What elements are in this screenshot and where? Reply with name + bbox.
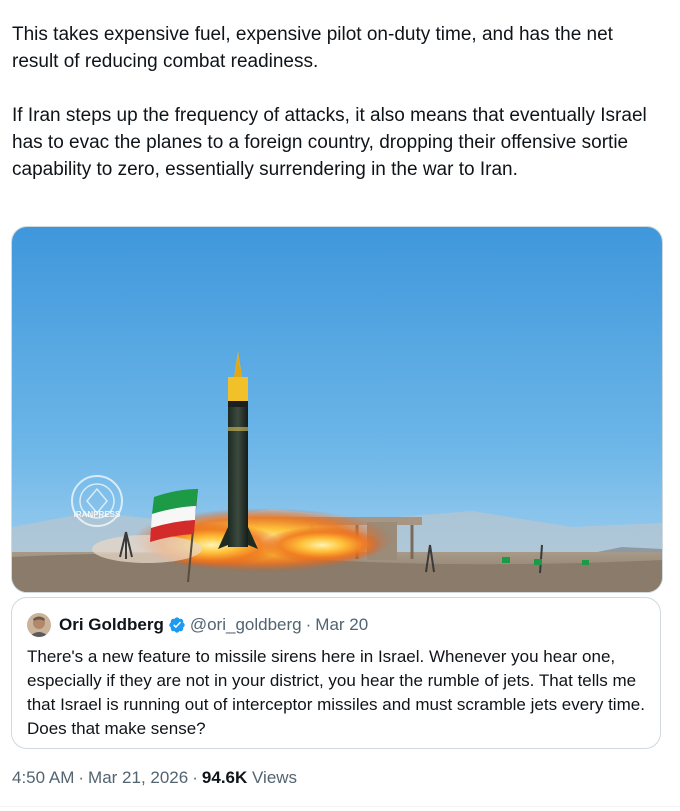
media-watermark-text: IRANPRESS (74, 510, 121, 519)
separator-dot: · (78, 768, 85, 787)
tweet-text: This takes expensive fuel, expensive pil… (12, 21, 662, 183)
avatar[interactable] (27, 613, 51, 637)
separator-dot: · (192, 768, 198, 787)
quote-header: Ori Goldberg @ori_goldberg · Mar 20 (27, 613, 368, 637)
divider (0, 806, 680, 807)
tweet-paragraph: If Iran steps up the frequency of attack… (12, 105, 647, 180)
tweet-date[interactable]: Mar 21, 2026 (88, 768, 188, 787)
tweet-paragraph: This takes expensive fuel, expensive pil… (12, 24, 613, 72)
views-count: 94.6K (201, 768, 248, 787)
quote-author-handle[interactable]: @ori_goldberg (190, 615, 302, 635)
views-label: Views (252, 768, 298, 787)
quote-tweet-card[interactable]: Ori Goldberg @ori_goldberg · Mar 20 Ther… (11, 597, 661, 749)
quote-date[interactable]: Mar 20 (315, 615, 368, 635)
tweet-time[interactable]: 4:50 AM (12, 768, 74, 787)
tweet-media-image[interactable]: IRANPRESS (11, 226, 663, 593)
quote-text: There's a new feature to missile sirens … (27, 647, 645, 738)
quote-author-name[interactable]: Ori Goldberg (59, 615, 164, 635)
verified-badge-icon (168, 616, 186, 634)
tweet-meta: 4:50 AM · Mar 21, 2026 · 94.6K Views (12, 768, 297, 788)
separator-dot: · (305, 615, 312, 634)
